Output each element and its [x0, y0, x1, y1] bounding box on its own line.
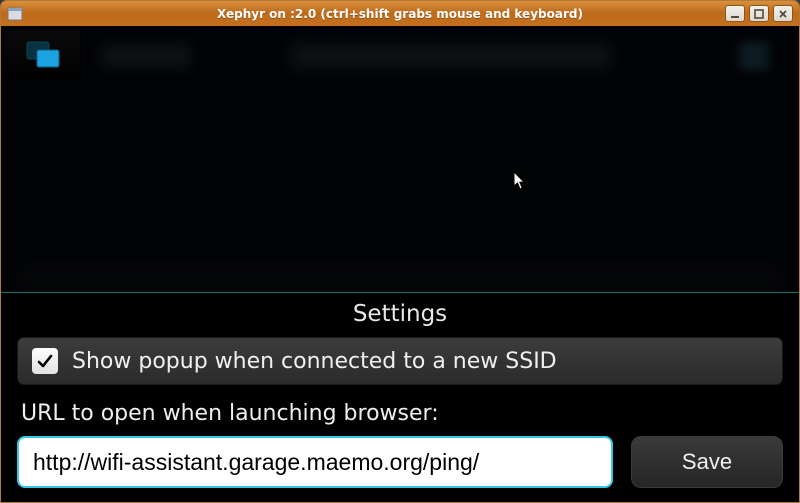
blurred-clock [101, 44, 191, 68]
url-field-label: URL to open when launching browser: [21, 401, 783, 426]
save-button[interactable]: Save [631, 436, 783, 488]
panel-title: Settings [17, 301, 783, 327]
window-title: Xephyr on :2.0 (ctrl+shift grabs mouse a… [1, 7, 799, 21]
task-switcher-button[interactable] [5, 30, 81, 80]
close-button[interactable] [773, 5, 793, 22]
show-popup-checkbox-row[interactable]: Show popup when connected to a new SSID [17, 337, 783, 385]
blurred-row [21, 268, 779, 288]
check-icon [36, 352, 54, 370]
app-window: Xephyr on :2.0 (ctrl+shift grabs mouse a… [0, 0, 800, 503]
show-popup-label: Show popup when connected to a new SSID [72, 349, 557, 374]
checkbox[interactable] [32, 348, 58, 374]
blurred-title [291, 44, 611, 68]
windows-icon [25, 40, 61, 70]
titlebar: Xephyr on :2.0 (ctrl+shift grabs mouse a… [1, 1, 799, 26]
blurred-close [739, 42, 769, 70]
mouse-cursor-icon [513, 171, 527, 191]
settings-panel: Settings Show popup when connected to a … [1, 293, 799, 502]
app-icon [7, 6, 23, 22]
maximize-button[interactable] [749, 5, 769, 22]
xephyr-display: Settings Show popup when connected to a … [1, 26, 799, 502]
url-input[interactable] [17, 436, 613, 488]
panel-divider [1, 292, 799, 293]
minimize-button[interactable] [725, 5, 745, 22]
background-dimmed-area [1, 26, 799, 292]
